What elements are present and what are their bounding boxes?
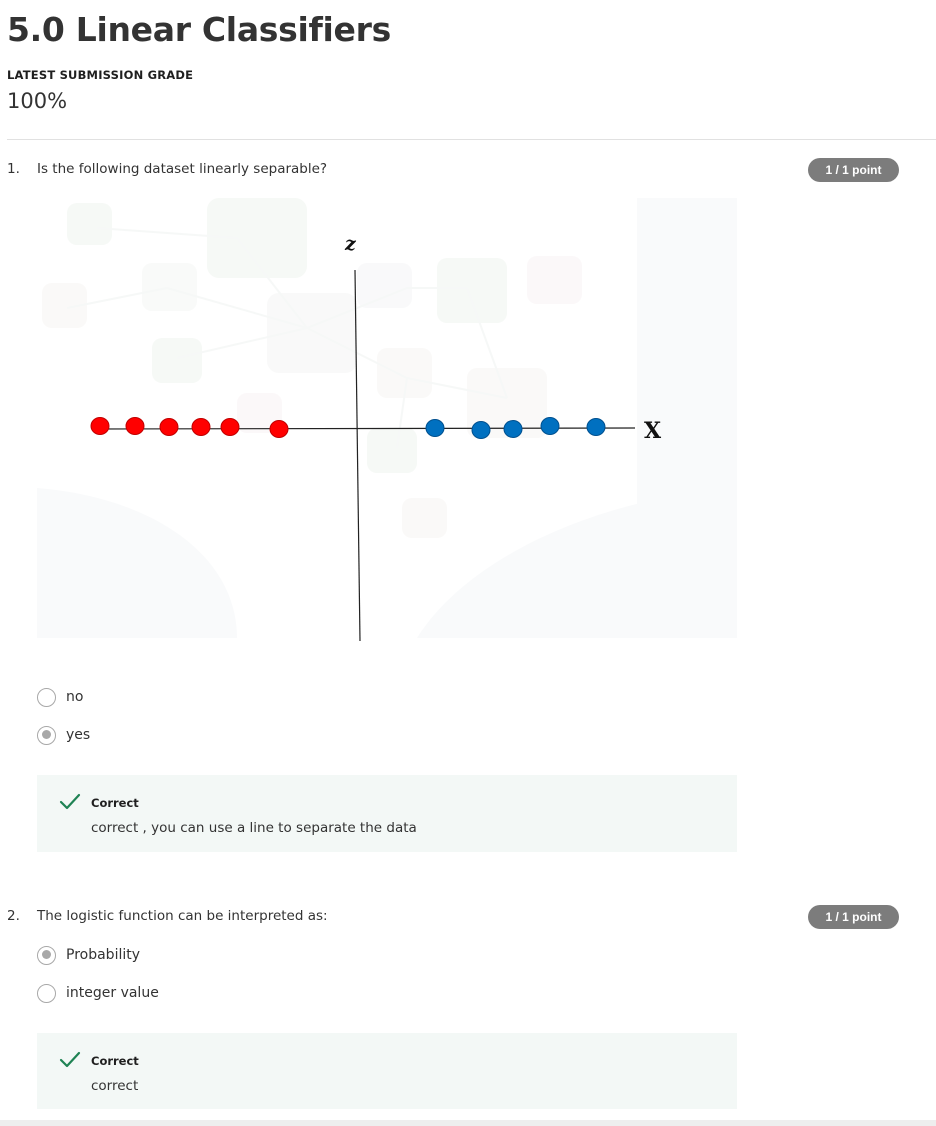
option-no[interactable]: no (37, 687, 83, 707)
option-label: integer value (66, 985, 159, 1001)
question-1-figure: z X (37, 198, 737, 642)
question-1-feedback: Correct correct , you can use a line to … (37, 775, 737, 852)
divider (7, 139, 936, 140)
option-integer-value[interactable]: integer value (37, 983, 159, 1003)
check-icon (59, 793, 81, 810)
red-point (159, 418, 179, 436)
red-point (191, 418, 211, 436)
blue-point (425, 419, 445, 437)
page-title: 5.0 Linear Classifiers (7, 10, 391, 49)
grade-label: LATEST SUBMISSION GRADE (7, 68, 194, 82)
red-point (125, 417, 145, 435)
red-point (90, 417, 110, 435)
feedback-text: correct , you can use a line to separate… (91, 820, 417, 836)
blue-point (503, 420, 523, 438)
option-yes[interactable]: yes (37, 725, 90, 745)
red-point (220, 418, 240, 436)
blue-point (471, 421, 491, 439)
feedback-text: correct (91, 1078, 139, 1094)
radio-button[interactable] (37, 687, 56, 707)
bottom-strip (0, 1120, 936, 1126)
question-2-feedback: Correct correct (37, 1033, 737, 1109)
option-label: yes (66, 727, 91, 743)
z-axis-label: z (344, 233, 357, 255)
radio-button-selected[interactable] (37, 725, 56, 745)
radio-button[interactable] (37, 983, 56, 1003)
question-2-number: 2. (7, 908, 20, 924)
feedback-title: Correct (91, 796, 139, 810)
grade-value: 100% (7, 89, 68, 113)
blue-point (586, 418, 606, 436)
feedback-title: Correct (91, 1054, 139, 1068)
option-probability[interactable]: Probability (37, 945, 140, 965)
question-2-points-badge: 1 / 1 point (808, 905, 899, 929)
blue-point (540, 417, 560, 435)
watermark-background (37, 198, 737, 638)
option-label: no (66, 689, 84, 705)
x-axis-label: X (644, 418, 662, 444)
red-point (269, 420, 289, 438)
radio-button-selected[interactable] (37, 945, 56, 965)
question-1-number: 1. (7, 161, 20, 177)
check-icon (59, 1051, 81, 1068)
option-label: Probability (66, 947, 141, 963)
question-2-text: The logistic function can be interpreted… (37, 908, 328, 924)
question-1-text: Is the following dataset linearly separa… (37, 161, 328, 177)
question-1-points-badge: 1 / 1 point (808, 158, 899, 182)
